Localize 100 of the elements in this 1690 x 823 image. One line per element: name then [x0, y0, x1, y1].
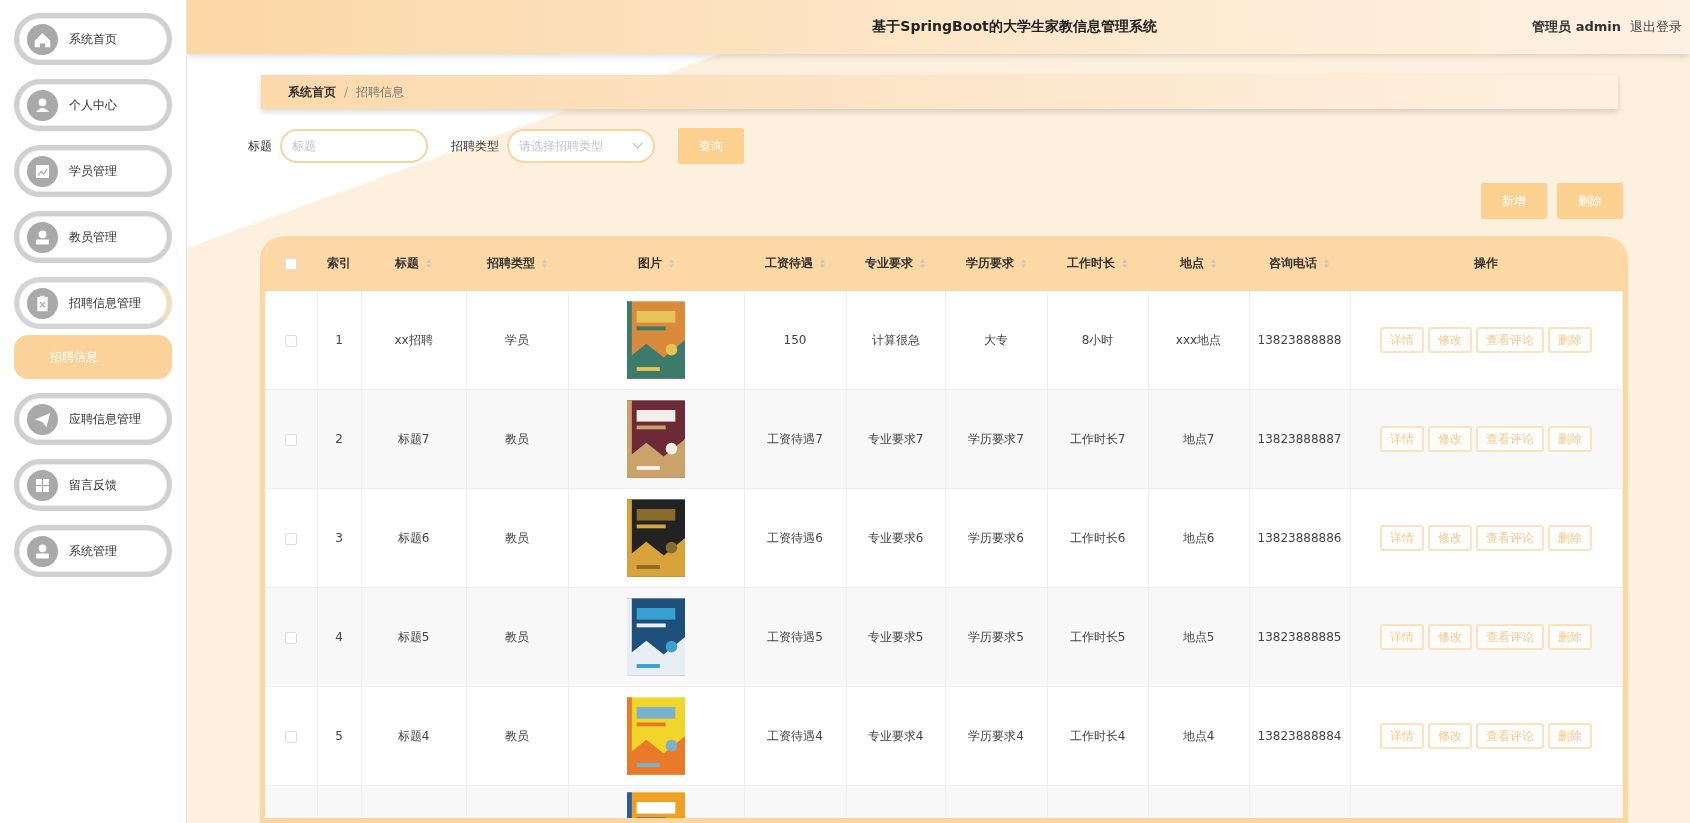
- details-button[interactable]: 详情: [1380, 723, 1425, 750]
- table-cell: 工作时长5: [1069, 629, 1126, 644]
- delete-button[interactable]: 删除: [1557, 183, 1623, 220]
- details-button[interactable]: 详情: [1380, 327, 1425, 354]
- table-cell: 教员: [505, 530, 529, 545]
- table-cell: 标题4: [397, 728, 430, 743]
- delete-button[interactable]: 删除: [1548, 723, 1593, 750]
- breadcrumb-link[interactable]: 系统首页: [288, 83, 336, 101]
- menu-item[interactable]: 招聘信息管理: [14, 277, 172, 329]
- menu-item[interactable]: 个人中心: [14, 79, 172, 131]
- edit-button[interactable]: 修改: [1428, 426, 1473, 453]
- menu-item[interactable]: 学员管理: [14, 145, 172, 197]
- menu-item[interactable]: 应聘信息管理: [14, 393, 172, 445]
- view-comments-button[interactable]: 查看评论: [1476, 327, 1545, 354]
- column-header[interactable]: 专业要求: [865, 255, 913, 273]
- table-cell: 5: [335, 729, 343, 744]
- breadcrumb-separator: /: [344, 85, 349, 100]
- person-icon: [27, 221, 58, 253]
- column-header[interactable]: 索引: [327, 255, 351, 273]
- table-cell: 工作时长6: [1069, 530, 1126, 545]
- edit-button[interactable]: 修改: [1428, 327, 1473, 354]
- table-cell: 学历要求7: [968, 431, 1024, 446]
- table-cell: 学历要求6: [968, 530, 1024, 545]
- delete-button[interactable]: 删除: [1548, 624, 1593, 651]
- grid-icon: [27, 469, 58, 501]
- view-comments-button[interactable]: 查看评论: [1476, 426, 1545, 453]
- menu-item[interactable]: 留言反馈: [14, 459, 172, 511]
- checkbox[interactable]: [284, 532, 297, 545]
- sort-icon[interactable]: [1121, 258, 1128, 270]
- paper-plane-icon: [27, 403, 58, 435]
- column-header[interactable]: 招聘类型: [486, 255, 535, 273]
- delete-button[interactable]: 删除: [1548, 525, 1593, 552]
- edit-button[interactable]: 修改: [1428, 723, 1473, 750]
- table-cell: xxx地点: [1175, 332, 1222, 347]
- table-cell: 地点5: [1182, 629, 1215, 644]
- column-header[interactable]: 工作时长: [1067, 255, 1115, 273]
- column-header[interactable]: 图片: [637, 255, 662, 273]
- table-cell: 13823888887: [1257, 432, 1342, 447]
- breadcrumb-link[interactable]: 招聘信息: [356, 83, 405, 101]
- sort-icon[interactable]: [1323, 258, 1330, 270]
- sort-icon[interactable]: [667, 258, 675, 270]
- table-cell: 标题5: [397, 629, 430, 644]
- checkbox[interactable]: [284, 631, 297, 644]
- sort-icon[interactable]: [540, 258, 548, 270]
- checkbox[interactable]: [284, 730, 297, 743]
- details-button[interactable]: 详情: [1380, 426, 1425, 453]
- column-header[interactable]: 咨询电话: [1269, 255, 1317, 273]
- table-cell: 学历要求4: [968, 728, 1024, 743]
- menu-item[interactable]: 系统管理: [14, 525, 172, 577]
- view-comments-button[interactable]: 查看评论: [1476, 624, 1545, 651]
- details-button[interactable]: 详情: [1380, 525, 1425, 552]
- table-cell: 地点6: [1182, 530, 1215, 545]
- table-cell: 专业要求4: [867, 728, 924, 743]
- column-header[interactable]: 地点: [1180, 255, 1204, 273]
- edit-button[interactable]: 修改: [1428, 624, 1473, 651]
- table-cell: 专业要求7: [867, 431, 924, 446]
- table-cell: 13823888884: [1257, 729, 1342, 744]
- table-cell: 标题6: [397, 530, 430, 545]
- checkbox[interactable]: [285, 258, 297, 271]
- table-cell: xx招聘: [394, 332, 433, 347]
- clipboard-icon: [27, 287, 58, 319]
- checkbox[interactable]: [284, 433, 297, 446]
- sort-icon[interactable]: [919, 258, 926, 270]
- sort-icon[interactable]: [1019, 258, 1027, 270]
- table-cell: 150: [783, 333, 807, 348]
- table-cell: 工资待遇4: [767, 728, 823, 743]
- delete-button[interactable]: 删除: [1548, 426, 1593, 453]
- edit-button[interactable]: 修改: [1428, 525, 1473, 552]
- sort-icon[interactable]: [425, 258, 432, 270]
- logout-link[interactable]: 退出登录: [1630, 18, 1682, 36]
- table-cell: 4: [335, 630, 343, 645]
- column-header[interactable]: 学历要求: [965, 255, 1014, 273]
- menu-item[interactable]: 系统首页: [14, 13, 172, 65]
- column-header[interactable]: 标题: [395, 255, 419, 273]
- column-header[interactable]: 操作: [1474, 255, 1499, 273]
- checkbox[interactable]: [284, 334, 297, 347]
- column-header[interactable]: 工资待遇: [764, 255, 813, 273]
- delete-button[interactable]: 删除: [1548, 327, 1593, 354]
- sort-icon[interactable]: [818, 258, 826, 270]
- sort-icon[interactable]: [1210, 258, 1217, 270]
- table-cell: 1: [335, 333, 343, 348]
- table-cell: 标题7: [397, 431, 430, 446]
- table-cell: 13823888888: [1257, 333, 1342, 348]
- input-field[interactable]: 标题: [280, 129, 428, 164]
- view-comments-button[interactable]: 查看评论: [1476, 723, 1545, 750]
- table-cell: 13823888886: [1257, 531, 1342, 546]
- admin-label: 管理员 admin: [1532, 18, 1621, 36]
- table-cell: 教员: [505, 431, 529, 446]
- menu-item[interactable]: 教员管理: [14, 211, 172, 263]
- add-button[interactable]: 新增: [1481, 183, 1547, 220]
- details-button[interactable]: 详情: [1380, 624, 1425, 651]
- table-cell: 地点7: [1182, 431, 1215, 446]
- select-field[interactable]: 请选择招聘类型: [507, 129, 655, 164]
- table-cell: 8小时: [1081, 332, 1114, 347]
- table-cell: 13823888885: [1257, 630, 1342, 645]
- search-button[interactable]: 查询: [678, 128, 744, 165]
- submenu-item[interactable]: 招聘信息: [14, 335, 172, 379]
- view-comments-button[interactable]: 查看评论: [1476, 525, 1545, 552]
- table-cell: 计算很急: [871, 332, 920, 347]
- table-cell: 专业要求5: [867, 629, 924, 644]
